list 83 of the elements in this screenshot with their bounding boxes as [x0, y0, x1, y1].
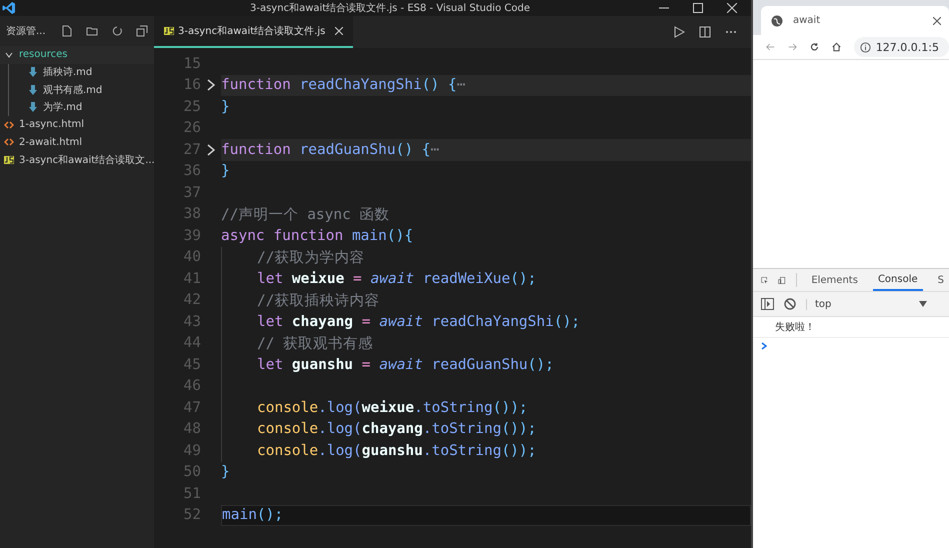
caret-icon	[919, 301, 927, 307]
app-logo-icon	[2, 1, 16, 15]
chevron-icon[interactable]	[207, 79, 215, 92]
download-arrow-icon	[28, 67, 38, 78]
download-arrow-icon	[28, 84, 38, 95]
line-number: 25	[182, 98, 201, 115]
line-number: 15	[182, 56, 201, 72]
globe-icon	[771, 14, 783, 26]
sidebar-toggle-icon[interactable]	[761, 298, 774, 310]
code-line: console.log(chayang.toString());	[257, 421, 536, 438]
code-line: // 获取观书有感	[257, 334, 374, 353]
line-number: 48	[182, 421, 201, 438]
address-bar[interactable]: 127.0.0.1:5	[854, 37, 949, 57]
line-number: 38	[182, 206, 201, 222]
tree-item[interactable]: resources	[0, 46, 154, 64]
code-line: //获取插秧诗内容	[257, 292, 380, 310]
refresh-icon[interactable]	[110, 25, 123, 37]
window-title: 3-async和await结合读取文件.js - ES8 - Visual Studio Code	[250, 2, 530, 15]
explorer-title: 资源管...	[6, 25, 46, 38]
tree-item[interactable]: 观书有感.md	[8, 81, 154, 98]
code-line: }	[221, 464, 230, 480]
line-number: 43	[182, 314, 201, 330]
tree-item[interactable]: 为学.md	[8, 98, 154, 116]
devtools-tab[interactable]: Elements	[806, 269, 863, 291]
line-number: 36	[182, 163, 201, 180]
line-number: 47	[182, 400, 201, 416]
more-icon[interactable]	[725, 30, 737, 34]
line-number: 45	[182, 356, 201, 373]
forward-icon[interactable]	[788, 41, 797, 53]
tree-item[interactable]: 3-async和await结合读取文...	[0, 151, 154, 168]
tree-item[interactable]: 1-async.html	[0, 116, 154, 134]
reload-icon[interactable]	[810, 41, 819, 53]
editor-tab[interactable]: 3-async和await结合读取文件.js	[154, 16, 354, 48]
download-arrow-icon	[28, 102, 38, 112]
code-line: async function main(){	[221, 228, 414, 244]
close-icon[interactable]	[933, 16, 941, 24]
clear-icon[interactable]	[784, 298, 796, 310]
line-number: 26	[182, 120, 201, 136]
new-file-icon[interactable]	[60, 25, 73, 37]
line-number: 51	[182, 486, 201, 502]
back-icon[interactable]	[766, 41, 775, 53]
code-brackets-icon	[4, 120, 14, 129]
run-icon[interactable]	[673, 26, 685, 38]
line-number: 46	[182, 378, 201, 394]
line-number: 41	[182, 270, 201, 287]
line-number: 49	[182, 442, 201, 459]
tree-item[interactable]: 插秧诗.md	[8, 64, 154, 81]
line-number: 52	[182, 507, 201, 524]
line-number: 44	[182, 335, 201, 352]
new-folder-icon[interactable]	[86, 25, 98, 37]
line-number: 37	[182, 184, 201, 201]
code-line: let weixue = await readWeiXue();	[257, 270, 536, 287]
js-file-icon	[4, 156, 14, 164]
prompt-chevron-icon	[761, 342, 767, 350]
js-file-icon	[164, 27, 174, 35]
code-line: //获取为学内容	[257, 248, 364, 267]
browser-tab[interactable]: await	[761, 6, 949, 35]
code-brackets-icon	[4, 138, 14, 146]
line-number: 42	[182, 292, 201, 308]
info-icon	[860, 42, 871, 52]
line-number: 39	[182, 228, 201, 244]
code-line: }	[221, 98, 230, 115]
tree-item[interactable]: 2-await.html	[0, 134, 154, 151]
line-number: 16	[182, 77, 201, 94]
code-line: }	[221, 163, 230, 180]
code-line: console.log(weixue.toString());	[257, 400, 528, 416]
code-line: //声明一个 async 函数	[221, 206, 390, 224]
code-line: let chayang = await readChaYangShi();	[257, 314, 580, 330]
collapse-icon[interactable]	[136, 25, 148, 37]
console-message: 失败啦！	[753, 317, 949, 338]
code-line: console.log(guanshu.toString());	[257, 442, 536, 459]
code-line: function readChaYangShi() {⋯	[221, 77, 466, 94]
devtools-tab[interactable]: S	[932, 269, 949, 291]
line-number: 27	[182, 142, 201, 158]
line-number: 40	[182, 249, 201, 266]
code-line: function readGuanShu() {⋯	[221, 142, 440, 158]
split-editor-icon[interactable]	[699, 26, 711, 38]
code-line: let guanshu = await readGuanShu();	[257, 356, 554, 373]
chevron-icon[interactable]	[207, 144, 215, 156]
home-icon[interactable]	[832, 41, 841, 53]
maximize-icon[interactable]	[693, 3, 703, 13]
code-line: main();	[222, 507, 284, 524]
line-number: 50	[182, 464, 201, 480]
